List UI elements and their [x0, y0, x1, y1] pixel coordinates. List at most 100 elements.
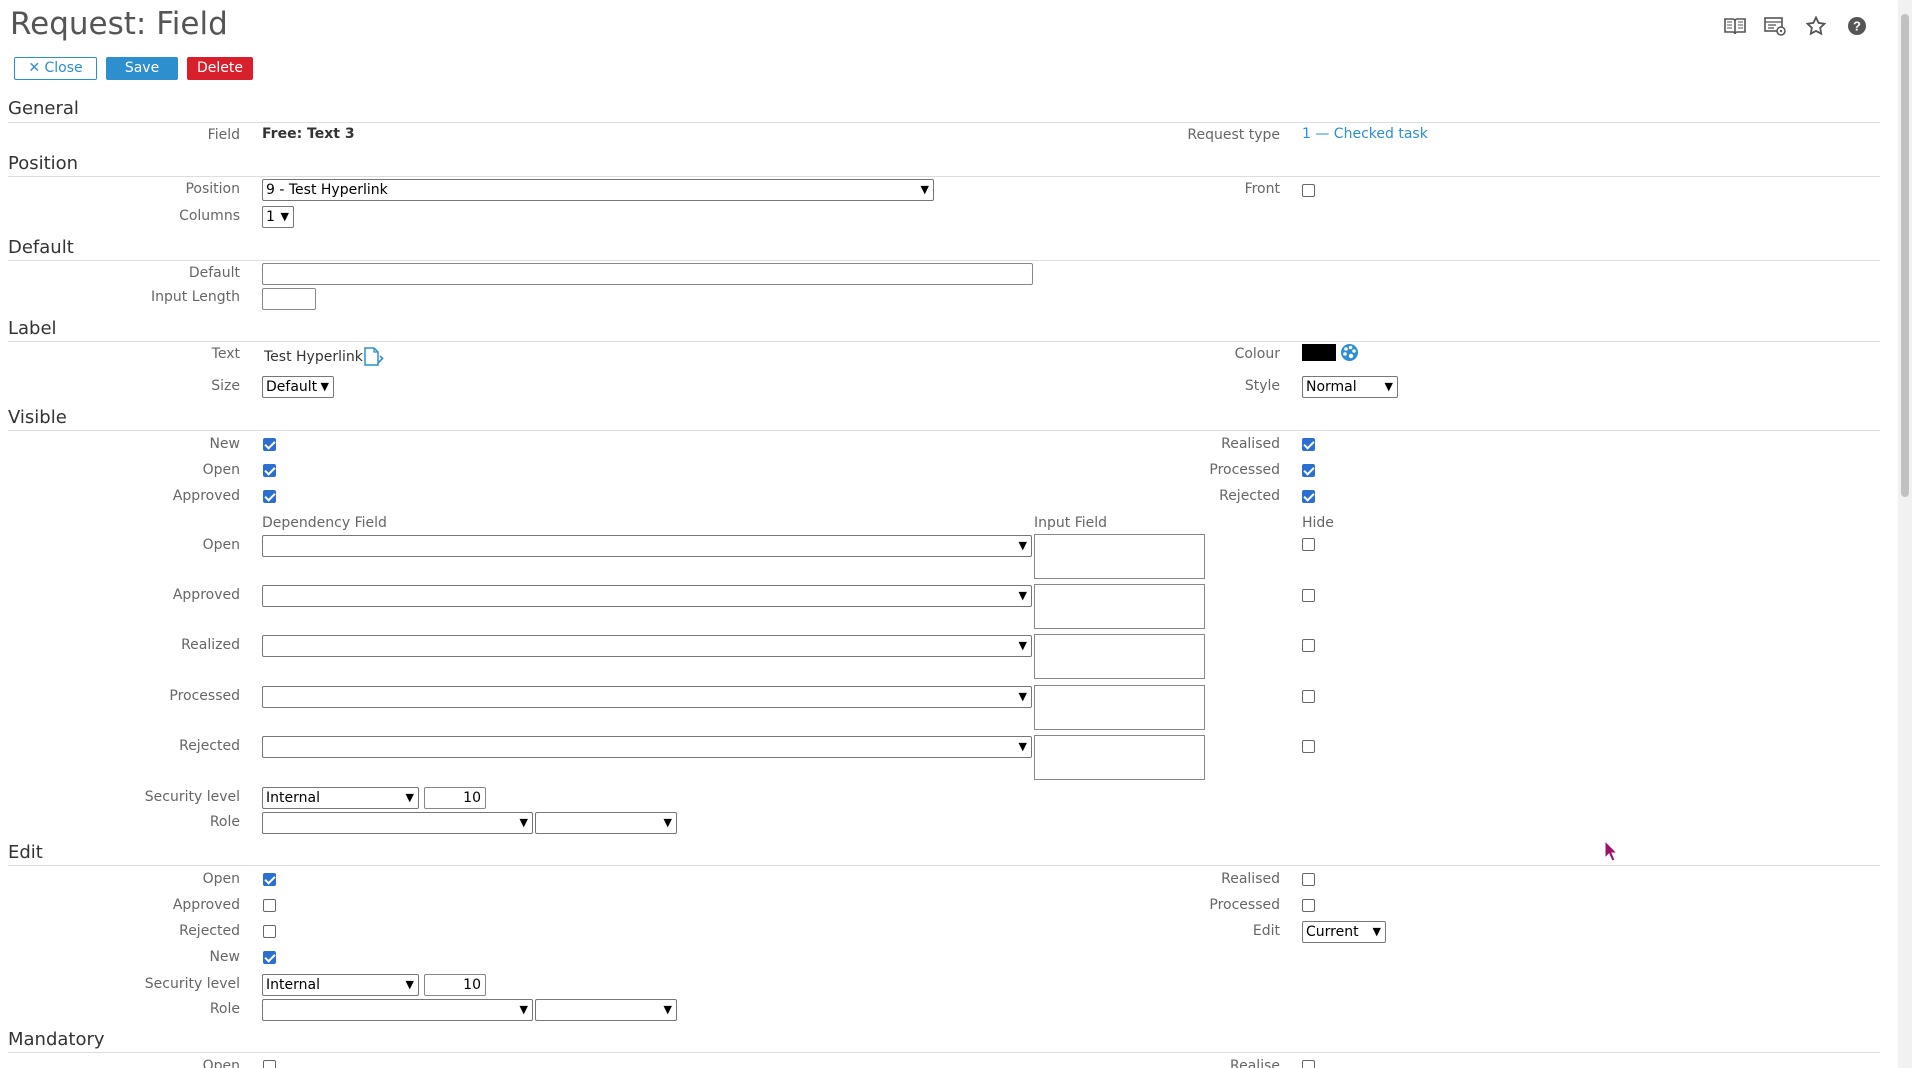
star-icon[interactable]	[1804, 14, 1828, 38]
dep-row-label: Approved	[172, 587, 240, 603]
edit-new-label: New	[209, 949, 240, 965]
edit-translation-icon[interactable]	[363, 347, 385, 371]
front-checkbox[interactable]	[1302, 184, 1315, 197]
svg-text:?: ?	[1853, 19, 1861, 34]
hide-checkbox[interactable]	[1302, 690, 1315, 703]
edit-realised-checkbox[interactable]	[1302, 873, 1315, 886]
edit-rejected-label: Rejected	[179, 923, 240, 939]
chevron-down-icon: ▼	[1018, 740, 1027, 753]
chevron-down-icon: ▼	[1384, 380, 1393, 393]
close-button[interactable]: ✕ Close	[14, 57, 97, 80]
edit-open-checkbox[interactable]	[263, 873, 276, 886]
chevron-down-icon: ▼	[663, 1003, 672, 1016]
dependency-select[interactable]: ▼	[262, 635, 1032, 657]
visible-rejected-checkbox[interactable]	[1302, 490, 1315, 503]
dependency-select[interactable]: ▼	[262, 686, 1032, 708]
section-mandatory: Mandatory	[8, 1029, 105, 1050]
divider	[8, 260, 1880, 261]
screen-settings-icon[interactable]	[1763, 14, 1787, 38]
chevron-down-icon: ▼	[1018, 639, 1027, 652]
position-select[interactable]: 9 - Test Hyperlink ▼	[262, 179, 934, 201]
hide-checkbox[interactable]	[1302, 589, 1315, 602]
edit-new-checkbox[interactable]	[263, 951, 276, 964]
chevron-down-icon: ▼	[1018, 690, 1027, 703]
book-icon[interactable]	[1723, 14, 1747, 38]
role-select[interactable]: ▼	[262, 812, 533, 834]
size-select-value: Default	[266, 379, 318, 395]
edit-role-select[interactable]: ▼	[262, 999, 533, 1021]
edit-security-level-select[interactable]: Internal ▼	[262, 974, 419, 996]
edit-processed-label: Processed	[1209, 897, 1280, 913]
delete-button[interactable]: Delete	[187, 57, 253, 80]
close-icon: ✕	[28, 60, 45, 76]
help-icon[interactable]: ?	[1845, 14, 1869, 38]
input-field-textarea[interactable]	[1034, 735, 1205, 780]
visible-approved-checkbox[interactable]	[263, 490, 276, 503]
field-value: Free: Text 3	[262, 126, 355, 142]
chevron-down-icon: ▼	[1018, 589, 1027, 602]
dependency-select[interactable]: ▼	[262, 535, 1032, 557]
edit-approved-label: Approved	[172, 897, 240, 913]
divider	[8, 341, 1880, 342]
security-level-number[interactable]: 10	[424, 787, 486, 809]
hide-checkbox[interactable]	[1302, 538, 1315, 551]
visible-processed-label: Processed	[1209, 462, 1280, 478]
hide-checkbox[interactable]	[1302, 740, 1315, 753]
edit-processed-checkbox[interactable]	[1302, 899, 1315, 912]
chevron-down-icon: ▼	[663, 816, 672, 829]
position-select-value: 9 - Test Hyperlink	[266, 182, 388, 198]
colour-label: Colour	[1234, 346, 1280, 362]
dependency-select[interactable]: ▼	[262, 585, 1032, 607]
section-visible: Visible	[8, 407, 67, 428]
edit-role-secondary-select[interactable]: ▼	[535, 999, 677, 1021]
visible-open-label: Open	[202, 462, 240, 478]
mandatory-realise-label: Realise	[1230, 1058, 1280, 1068]
edit-security-level-number[interactable]: 10	[424, 974, 486, 996]
vertical-scrollbar[interactable]	[1898, 0, 1912, 1068]
visible-processed-checkbox[interactable]	[1302, 464, 1315, 477]
close-label: Close	[44, 60, 83, 76]
edit-realised-label: Realised	[1221, 871, 1280, 887]
size-select[interactable]: Default ▼	[262, 376, 334, 398]
columns-select-value: 1	[266, 209, 275, 225]
hide-checkbox[interactable]	[1302, 639, 1315, 652]
mandatory-realise-checkbox[interactable]	[1302, 1060, 1315, 1068]
divider	[8, 1052, 1880, 1053]
visible-realised-checkbox[interactable]	[1302, 438, 1315, 451]
dep-row-label: Rejected	[179, 738, 240, 754]
input-field-textarea[interactable]	[1034, 584, 1205, 629]
default-input[interactable]	[262, 263, 1033, 285]
input-field-textarea[interactable]	[1034, 685, 1205, 730]
security-level-select[interactable]: Internal ▼	[262, 787, 419, 809]
input-field-textarea[interactable]	[1034, 634, 1205, 679]
input-field-textarea[interactable]	[1034, 534, 1205, 579]
chevron-down-icon: ▼	[519, 816, 528, 829]
request-type-link[interactable]: 1 — Checked task	[1302, 126, 1428, 142]
visible-approved-label: Approved	[172, 488, 240, 504]
dependency-select[interactable]: ▼	[262, 736, 1032, 758]
section-position: Position	[8, 153, 79, 174]
style-select[interactable]: Normal ▼	[1302, 376, 1398, 398]
dep-row-label: Realized	[181, 637, 240, 653]
edit-rejected-checkbox[interactable]	[263, 925, 276, 938]
colour-swatch[interactable]	[1302, 344, 1336, 361]
visible-new-checkbox[interactable]	[263, 438, 276, 451]
edit-approved-checkbox[interactable]	[263, 899, 276, 912]
chevron-down-icon: ▼	[1372, 925, 1381, 938]
palette-icon[interactable]	[1340, 343, 1359, 366]
columns-select[interactable]: 1 ▼	[262, 206, 294, 228]
input-length-input[interactable]	[262, 288, 316, 310]
visible-open-checkbox[interactable]	[263, 464, 276, 477]
role-secondary-select[interactable]: ▼	[535, 812, 677, 834]
scrollbar-thumb[interactable]	[1901, 14, 1909, 497]
visible-realised-label: Realised	[1221, 436, 1280, 452]
hide-header: Hide	[1302, 515, 1334, 531]
divider	[8, 176, 1880, 177]
edit-mode-select[interactable]: Current ▼	[1302, 921, 1386, 943]
request-type-label: Request type	[1187, 127, 1280, 143]
chevron-down-icon: ▼	[1018, 539, 1027, 552]
edit-mode-label: Edit	[1252, 923, 1280, 939]
mandatory-open-checkbox[interactable]	[263, 1060, 276, 1068]
save-button[interactable]: Save	[106, 57, 178, 80]
input-field-header: Input Field	[1034, 515, 1108, 531]
